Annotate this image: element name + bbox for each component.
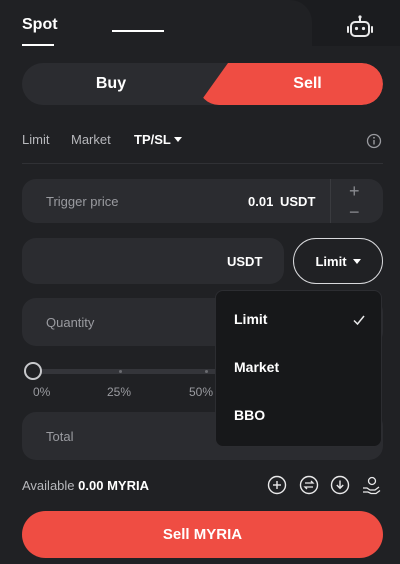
slider-tick: 25% xyxy=(107,385,132,399)
check-icon xyxy=(353,315,365,326)
trigger-price-value: 0.01 xyxy=(248,194,274,209)
coin-hand-icon[interactable] xyxy=(361,475,381,495)
tab-market[interactable]: Market xyxy=(71,132,111,147)
price-stepper: + − xyxy=(330,179,383,223)
tab-tpsl-label: TP/SL xyxy=(134,132,171,147)
sell-submit-label: Sell MYRIA xyxy=(162,526,243,543)
trigger-price-unit: USDT xyxy=(280,194,316,209)
chevron-down-icon xyxy=(352,258,361,264)
plus-icon[interactable]: + xyxy=(349,182,360,200)
price-unit: USDT xyxy=(227,254,263,269)
tab-limit[interactable]: Limit xyxy=(22,132,49,147)
slider-dot xyxy=(205,370,208,373)
side-toggle: Buy Sell xyxy=(22,63,383,105)
tab-tpsl[interactable]: TP/SL xyxy=(134,132,183,147)
amount-slider[interactable] xyxy=(28,369,228,374)
slider-tick: 50% xyxy=(189,385,214,399)
total-label: Total xyxy=(46,429,74,444)
quantity-label: Quantity xyxy=(46,315,95,330)
price-type-label: Limit xyxy=(315,253,347,269)
available-label: Available xyxy=(22,478,75,493)
add-circle-icon[interactable] xyxy=(267,475,287,495)
robot-icon[interactable] xyxy=(346,14,374,42)
available-balance: Available 0.00 MYRIA xyxy=(22,478,149,493)
price-type-menu: Limit Market BBO xyxy=(215,290,382,447)
tab-tpsl-underline xyxy=(112,30,164,32)
price-field[interactable]: USDT xyxy=(22,238,284,284)
trigger-price-label: Trigger price xyxy=(46,194,119,209)
menu-item-bbo[interactable]: BBO xyxy=(234,407,265,423)
sell-button[interactable]: Sell xyxy=(198,63,383,105)
transfer-icon[interactable] xyxy=(299,475,319,495)
price-type-select[interactable]: Limit xyxy=(293,238,383,284)
minus-icon[interactable]: − xyxy=(349,203,360,221)
sell-button-label: Sell xyxy=(293,75,322,92)
slider-handle[interactable] xyxy=(24,362,42,380)
menu-item-market[interactable]: Market xyxy=(234,359,279,375)
chevron-down-icon xyxy=(174,137,183,142)
info-icon[interactable] xyxy=(366,133,382,149)
buy-button[interactable]: Buy xyxy=(22,63,218,105)
tab-spot-label: Spot xyxy=(22,16,58,33)
trigger-price-field[interactable]: Trigger price 0.01 USDT xyxy=(22,179,383,223)
slider-dot xyxy=(119,370,122,373)
sell-submit-button[interactable]: Sell MYRIA xyxy=(22,511,383,558)
available-value: 0.00 MYRIA xyxy=(78,478,149,493)
divider xyxy=(22,163,383,164)
menu-item-limit[interactable]: Limit xyxy=(234,311,267,327)
download-icon[interactable] xyxy=(330,475,350,495)
slider-tick: 0% xyxy=(33,385,51,399)
buy-button-label: Buy xyxy=(95,75,127,92)
